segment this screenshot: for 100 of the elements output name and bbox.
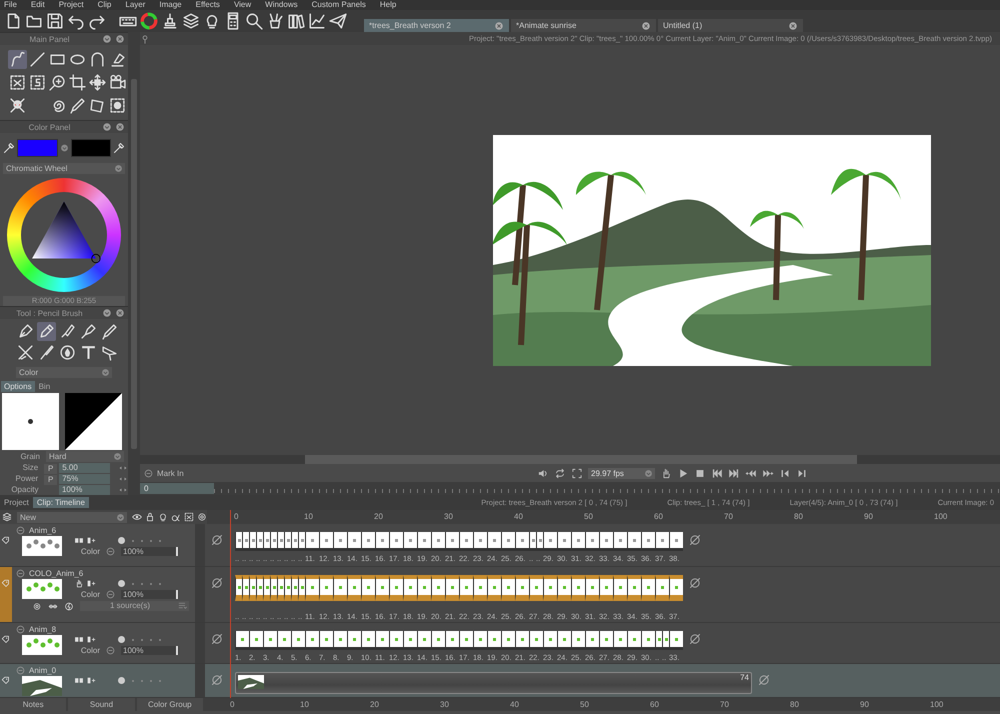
- frame-thumbnail[interactable]: [543, 575, 557, 601]
- marker-icon[interactable]: [68, 96, 87, 116]
- eye-icon[interactable]: [132, 512, 142, 522]
- skull-icon[interactable]: [8, 96, 27, 116]
- brushes-icon[interactable]: [16, 343, 35, 362]
- scrollbar-thumb[interactable]: [305, 455, 857, 464]
- empty-frame-icon[interactable]: [689, 633, 701, 645]
- frame-thumbnail[interactable]: [599, 532, 613, 551]
- bottom-tab[interactable]: Color Group: [136, 698, 203, 711]
- bolt-icon[interactable]: [64, 602, 74, 610]
- opacity-field[interactable]: 100%: [121, 547, 179, 556]
- add-frame-icon[interactable]: [86, 536, 96, 545]
- frame-thumbnail[interactable]: [557, 532, 571, 551]
- menu-item[interactable]: Edit: [30, 0, 45, 10]
- frame-thumbnail[interactable]: [501, 575, 515, 601]
- frame-thumbnail[interactable]: [641, 631, 655, 650]
- close-icon[interactable]: [115, 308, 125, 318]
- frame-thumbnail[interactable]: [431, 532, 445, 551]
- loop-icon[interactable]: [554, 468, 566, 478]
- frame-thumbnail[interactable]: [501, 631, 515, 650]
- color-swatch[interactable]: [70, 139, 111, 158]
- frame-thumbnail[interactable]: [571, 631, 585, 650]
- paper-plane-icon[interactable]: [329, 12, 347, 30]
- frame-thumbnail[interactable]: [305, 631, 319, 650]
- frame-thumbnail[interactable]: [256, 575, 263, 601]
- menu-item[interactable]: View: [234, 0, 252, 10]
- save-icon[interactable]: [46, 12, 64, 30]
- hand-icon[interactable]: [74, 579, 84, 588]
- collapse-icon[interactable]: [16, 526, 25, 534]
- layers-icon[interactable]: [182, 12, 200, 30]
- add-frame-icon[interactable]: [86, 676, 96, 685]
- search-icon[interactable]: [245, 12, 263, 30]
- layer-name[interactable]: Anim_0: [29, 666, 56, 674]
- timeline-tab[interactable]: Clip: Timeline: [32, 497, 89, 508]
- frame-thumbnail[interactable]: [403, 532, 417, 551]
- next-key-icon[interactable]: [762, 468, 774, 478]
- frame-thumbnail[interactable]: [298, 532, 305, 551]
- minus-icon[interactable]: [106, 646, 115, 655]
- frame-thumbnail[interactable]: [641, 575, 655, 601]
- close-icon[interactable]: [115, 34, 125, 44]
- menu-item[interactable]: Custom Panels: [312, 0, 366, 10]
- frame-thumbnail[interactable]: [459, 575, 473, 601]
- frame-thumbnail[interactable]: [431, 575, 445, 601]
- frame-thumbnail[interactable]: [263, 575, 270, 601]
- frame-thumbnail[interactable]: [284, 532, 291, 551]
- frame-thumbnail[interactable]: [263, 532, 270, 551]
- empty-frame-icon[interactable]: [211, 674, 223, 686]
- frame-thumbnail[interactable]: [333, 631, 347, 650]
- frame-thumbnail[interactable]: [655, 631, 662, 650]
- frame-thumbnail[interactable]: [375, 631, 389, 650]
- frame-thumbnail[interactable]: [256, 532, 263, 551]
- frame-thumbnail[interactable]: [529, 575, 543, 601]
- pin-icon[interactable]: [140, 34, 150, 44]
- stepper-icon[interactable]: [118, 474, 128, 483]
- film-icon[interactable]: [74, 676, 84, 685]
- frame-thumbnail[interactable]: [319, 532, 333, 551]
- add-frame-icon[interactable]: [86, 579, 96, 588]
- menu-item[interactable]: Help: [380, 0, 396, 10]
- param-field[interactable]: 100%: [58, 484, 110, 495]
- line-icon[interactable]: [28, 50, 47, 70]
- step-back-icon[interactable]: [779, 468, 791, 478]
- menu-item[interactable]: Image: [159, 0, 182, 10]
- frame-thumbnail[interactable]: [403, 575, 417, 601]
- eyedropper-icon[interactable]: [113, 142, 125, 154]
- mode-dropdown[interactable]: Chromatic Wheel: [3, 163, 125, 174]
- frame-thumbnail[interactable]: [543, 631, 557, 650]
- pencil-icon[interactable]: [37, 322, 56, 342]
- zoom-icon[interactable]: [48, 73, 67, 92]
- frame-thumbnail[interactable]: [361, 532, 375, 551]
- frame-thumbnail[interactable]: [319, 575, 333, 601]
- frame-thumbnail[interactable]: [361, 631, 375, 650]
- frame-thumbnail[interactable]: [669, 532, 683, 551]
- frame-thumbnail[interactable]: [333, 575, 347, 601]
- stamp-icon[interactable]: [161, 12, 179, 30]
- frame-thumbnail[interactable]: [515, 575, 529, 601]
- frame-thumbnail[interactable]: [557, 631, 571, 650]
- marker-icon[interactable]: [100, 322, 119, 342]
- frame-thumbnail[interactable]: [347, 631, 361, 650]
- frame-thumbnail[interactable]: [361, 575, 375, 601]
- frame-thumbnail[interactable]: [347, 532, 361, 551]
- frame-thumbnail[interactable]: [613, 532, 627, 551]
- add-frame-icon[interactable]: [86, 635, 96, 644]
- timeline-tab[interactable]: Project: [0, 497, 33, 508]
- selection-icon[interactable]: [28, 73, 47, 92]
- mode-dropdown[interactable]: Color: [16, 367, 112, 378]
- empty-frame-icon[interactable]: [211, 577, 223, 589]
- layers-icon[interactable]: [2, 512, 12, 522]
- close-icon[interactable]: [788, 20, 798, 30]
- frame-thumbnail[interactable]: [445, 532, 459, 551]
- previous-key-icon[interactable]: [745, 468, 757, 478]
- empty-frame-icon[interactable]: [211, 534, 223, 546]
- frame-thumbnail[interactable]: [305, 575, 319, 601]
- freehand-icon[interactable]: [8, 50, 27, 70]
- minus-icon[interactable]: [106, 547, 115, 556]
- empty-frame-icon[interactable]: [689, 534, 701, 546]
- frame-thumbnail[interactable]: [431, 631, 445, 650]
- document-tab[interactable]: Untitled (1): [658, 19, 803, 32]
- empty-frame-icon[interactable]: [211, 633, 223, 645]
- frame-thumbnail[interactable]: [655, 532, 669, 551]
- panel-tab[interactable]: Bin: [36, 381, 54, 392]
